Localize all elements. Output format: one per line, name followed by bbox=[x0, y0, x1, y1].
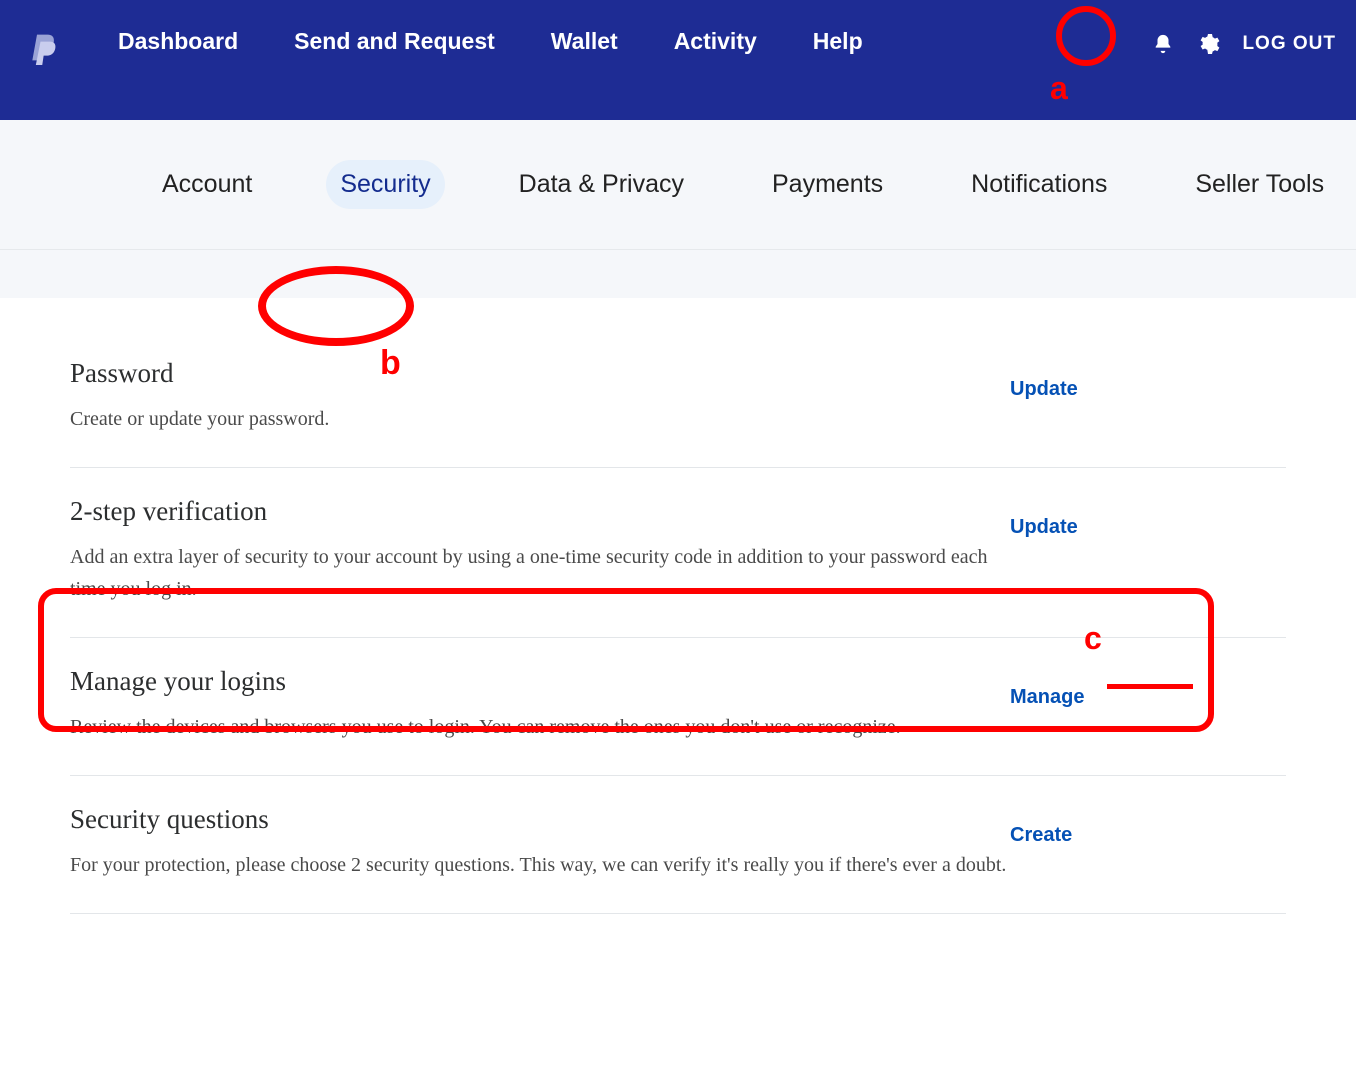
settings-tabs: Account Security Data & Privacy Payments… bbox=[148, 160, 1338, 209]
tab-payments[interactable]: Payments bbox=[758, 160, 897, 209]
nav-send-request[interactable]: Send and Request bbox=[294, 28, 495, 55]
paypal-logo-icon[interactable] bbox=[30, 34, 58, 73]
section-questions-title: Security questions bbox=[70, 804, 1010, 835]
section-questions: Security questions For your protection, … bbox=[70, 776, 1286, 914]
logout-link[interactable]: LOG OUT bbox=[1242, 33, 1336, 55]
annotation-circle-a bbox=[1056, 6, 1116, 66]
nav-dashboard[interactable]: Dashboard bbox=[118, 28, 238, 55]
2step-update-link[interactable]: Update bbox=[1010, 516, 1078, 539]
questions-create-link[interactable]: Create bbox=[1010, 824, 1072, 847]
annotation-label-b: b bbox=[380, 344, 401, 383]
top-right-controls: LOG OUT bbox=[1152, 32, 1336, 56]
tab-account[interactable]: Account bbox=[148, 160, 266, 209]
annotation-rect-c bbox=[38, 588, 1214, 732]
settings-subnav: Account Security Data & Privacy Payments… bbox=[0, 120, 1356, 250]
nav-wallet[interactable]: Wallet bbox=[551, 28, 618, 55]
section-2step-title: 2-step verification bbox=[70, 496, 1010, 527]
section-password-title: Password bbox=[70, 358, 1010, 389]
notifications-icon[interactable] bbox=[1152, 32, 1174, 56]
annotation-ellipse-b bbox=[258, 266, 414, 346]
tab-security[interactable]: Security bbox=[326, 160, 444, 209]
section-password-desc: Create or update your password. bbox=[70, 403, 1010, 435]
tab-seller-tools[interactable]: Seller Tools bbox=[1181, 160, 1338, 209]
primary-nav: Dashboard Send and Request Wallet Activi… bbox=[118, 28, 863, 55]
annotation-label-c: c bbox=[1084, 620, 1102, 657]
tab-data-privacy[interactable]: Data & Privacy bbox=[505, 160, 698, 209]
section-questions-desc: For your protection, please choose 2 sec… bbox=[70, 849, 1010, 881]
annotation-label-a: a bbox=[1050, 70, 1068, 107]
nav-activity[interactable]: Activity bbox=[674, 28, 757, 55]
section-password: Password Create or update your password.… bbox=[70, 358, 1286, 468]
spacer-strip bbox=[0, 250, 1356, 298]
password-update-link[interactable]: Update bbox=[1010, 378, 1078, 401]
annotation-underline-c bbox=[1107, 684, 1193, 689]
top-navigation: Dashboard Send and Request Wallet Activi… bbox=[0, 0, 1356, 120]
settings-gear-icon[interactable] bbox=[1196, 32, 1220, 56]
nav-help[interactable]: Help bbox=[813, 28, 863, 55]
tab-notifications[interactable]: Notifications bbox=[957, 160, 1121, 209]
